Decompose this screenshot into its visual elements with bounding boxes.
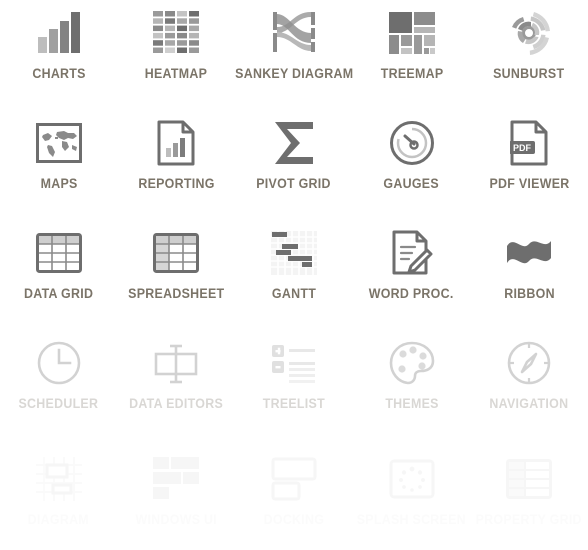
clock-icon xyxy=(31,338,87,388)
grid-item-reporting[interactable]: REPORTING xyxy=(118,110,236,220)
grid-item-themes[interactable]: THEMES xyxy=(353,330,471,440)
grid-item-docking[interactable]: DOCKING xyxy=(235,440,353,550)
sunburst-rings-icon xyxy=(501,8,557,58)
compass-icon xyxy=(501,338,557,388)
grid-item-label: SCHEDULER xyxy=(18,396,99,411)
grid-item-charts[interactable]: CHARTS xyxy=(0,0,118,110)
grid-item-treemap[interactable]: TREEMAP xyxy=(353,0,471,110)
grid-item-gantt[interactable]: GANTT xyxy=(235,220,353,330)
grid-item-label: PIVOT GRID xyxy=(256,176,332,191)
grid-item-ribbon[interactable]: RIBBON xyxy=(470,220,588,330)
grid-item-label: RIBBON xyxy=(503,286,555,301)
grid-item-label: SUNBURST xyxy=(493,66,565,81)
gantt-chart-icon xyxy=(266,228,322,278)
grid-item-label: TREELIST xyxy=(262,396,326,411)
palette-icon xyxy=(384,338,440,388)
grid-item-pdf-viewer[interactable]: PDF PDF VIEWER xyxy=(470,110,588,220)
grid-item-label: TREEMAP xyxy=(380,66,443,81)
docking-panels-icon xyxy=(266,454,322,504)
grid-item-label: MAPS xyxy=(40,176,78,191)
treemap-blocks-icon xyxy=(384,8,440,58)
grid-item-label: SPREADSHEET xyxy=(128,286,225,301)
grid-item-label: DIAGRAM xyxy=(28,512,90,527)
grid-item-windows-ui[interactable]: WINDOWS UI xyxy=(118,440,236,550)
grid-item-data-editors[interactable]: DATA EDITORS xyxy=(118,330,236,440)
product-icon-grid: CHARTS HEATMAP SANKEY DIAGRAM TREEMAP SU… xyxy=(0,0,588,550)
grid-item-spreadsheet[interactable]: SPREADSHEET xyxy=(118,220,236,330)
grid-item-label: GANTT xyxy=(271,286,317,301)
tiles-icon xyxy=(148,454,204,504)
grid-item-sankey[interactable]: SANKEY DIAGRAM xyxy=(235,0,353,110)
grid-item-navigation[interactable]: NAVIGATION xyxy=(470,330,588,440)
grid-item-label: THEMES xyxy=(384,396,439,411)
grid-item-label: DATA GRID xyxy=(24,286,94,301)
grid-item-label: SPLASH SCREEN xyxy=(356,512,467,527)
spinner-icon xyxy=(384,454,440,504)
grid-item-label: NAVIGATION xyxy=(489,396,569,411)
grid-item-treelist[interactable]: TREELIST xyxy=(235,330,353,440)
grid-item-data-grid[interactable]: DATA GRID xyxy=(0,220,118,330)
bar-chart-icon xyxy=(31,8,87,58)
grid-item-label: WINDOWS UI xyxy=(135,512,218,527)
grid-item-label: GAUGES xyxy=(383,176,440,191)
gauge-dial-icon xyxy=(384,118,440,168)
grid-item-word-proc[interactable]: WORD PROC. xyxy=(353,220,471,330)
heatmap-grid-icon xyxy=(148,8,204,58)
grid-item-maps[interactable]: MAPS xyxy=(0,110,118,220)
grid-item-pivot-grid[interactable]: PIVOT GRID xyxy=(235,110,353,220)
treelist-icon xyxy=(266,338,322,388)
grid-item-label: PROPERTY GRID xyxy=(476,512,583,527)
editor-box-icon xyxy=(148,338,204,388)
table-grid-icon xyxy=(31,228,87,278)
grid-item-splash-screen[interactable]: SPLASH SCREEN xyxy=(353,440,471,550)
sigma-icon xyxy=(266,118,322,168)
grid-item-label: DATA EDITORS xyxy=(129,396,224,411)
spreadsheet-icon xyxy=(148,228,204,278)
grid-item-heatmap[interactable]: HEATMAP xyxy=(118,0,236,110)
grid-item-label: REPORTING xyxy=(138,176,215,191)
grid-item-gauges[interactable]: GAUGES xyxy=(353,110,471,220)
pdf-document-icon: PDF xyxy=(501,118,557,168)
grid-item-label: PDF VIEWER xyxy=(489,176,570,191)
grid-item-scheduler[interactable]: SCHEDULER xyxy=(0,330,118,440)
grid-item-label: SANKEY DIAGRAM xyxy=(234,66,354,81)
diagram-icon xyxy=(31,454,87,504)
world-map-icon xyxy=(31,118,87,168)
grid-item-property-grid[interactable]: PROPERTY GRID xyxy=(470,440,588,550)
grid-item-label: CHARTS xyxy=(32,66,86,81)
sankey-flow-icon xyxy=(266,8,322,58)
grid-item-diagram[interactable]: DIAGRAM xyxy=(0,440,118,550)
grid-item-label: WORD PROC. xyxy=(369,286,455,301)
ribbon-banner-icon xyxy=(501,228,557,278)
svg-text:PDF: PDF xyxy=(513,143,532,153)
property-rows-icon xyxy=(501,454,557,504)
grid-item-label: DOCKING xyxy=(263,512,325,527)
grid-item-sunburst[interactable]: SUNBURST xyxy=(470,0,588,110)
grid-item-label: HEATMAP xyxy=(145,66,208,81)
report-document-icon xyxy=(148,118,204,168)
document-pencil-icon xyxy=(384,228,440,278)
